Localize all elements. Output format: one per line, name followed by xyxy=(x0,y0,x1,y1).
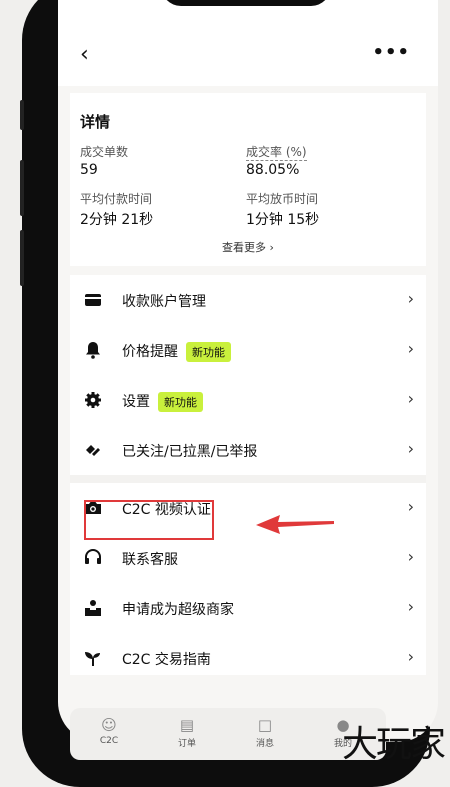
chevron-right-icon: › xyxy=(407,547,414,566)
menu-item-super-merchant[interactable]: 申请成为超级商家 › xyxy=(70,583,426,633)
phone-side-button xyxy=(20,100,24,130)
release-time-label: 平均放币时间 xyxy=(246,192,319,206)
annotation-arrow-icon xyxy=(256,515,334,534)
rate-value: 88.05% xyxy=(246,162,300,178)
menu-item-label: 联系客服 xyxy=(122,552,178,568)
merchant-icon xyxy=(85,600,101,616)
menu-item-label: C2C 交易指南 xyxy=(122,652,211,668)
menu-list: 收款账户管理 › 价格提醒 新功能 › 设置 新功能 › 已关注/已拉黑/已举报 › xyxy=(70,275,426,675)
tab-label: 消息 xyxy=(255,739,274,749)
diamond-icon xyxy=(86,445,100,456)
top-bar: ‹ ••• xyxy=(58,0,438,86)
new-feature-badge: 新功能 xyxy=(186,342,231,362)
users-icon: ☺ xyxy=(101,716,117,734)
menu-item-label: 收款账户管理 xyxy=(122,294,206,310)
chevron-right-icon: › xyxy=(407,597,414,616)
tab-label: C2C xyxy=(99,736,119,746)
pay-time-value: 2分钟 21秒 xyxy=(80,212,154,228)
sprout-icon xyxy=(85,652,100,666)
phone-notch xyxy=(161,0,331,6)
rate-label[interactable]: 成交率 (%) xyxy=(246,143,307,161)
tab-orders[interactable]: ▤ 订单 xyxy=(162,716,212,749)
release-time-value: 1分钟 15秒 xyxy=(246,212,320,228)
chevron-right-icon: › xyxy=(407,439,414,458)
card-icon xyxy=(85,294,101,306)
menu-item-label: 申请成为超级商家 xyxy=(122,602,234,618)
trades-label: 成交单数 xyxy=(80,145,129,159)
phone-side-button xyxy=(20,160,24,216)
headset-icon xyxy=(85,549,101,564)
menu-item-payment-accounts[interactable]: 收款账户管理 › xyxy=(70,275,426,325)
annotation-highlight-box xyxy=(84,500,214,540)
menu-item-trading-guide[interactable]: C2C 交易指南 › xyxy=(70,633,426,683)
tab-label: 订单 xyxy=(177,739,196,749)
app-screen: ‹ ••• 详情 成交单数 59 成交率 (%) 88.05% 平均付款时间 2… xyxy=(58,0,438,742)
menu-item-label: 设置 xyxy=(122,394,150,410)
pay-time-label: 平均付款时间 xyxy=(80,192,153,206)
back-icon[interactable]: ‹ xyxy=(80,44,89,66)
menu-item-followed-blocked-reported[interactable]: 已关注/已拉黑/已举报 › xyxy=(70,425,426,475)
section-divider xyxy=(70,475,426,483)
chevron-right-icon: › xyxy=(407,289,414,308)
details-card: 详情 成交单数 59 成交率 (%) 88.05% 平均付款时间 2分钟 21秒… xyxy=(70,93,426,266)
chevron-right-icon: › xyxy=(407,389,414,408)
menu-item-label: 价格提醒 xyxy=(122,344,178,360)
phone-side-button xyxy=(20,230,24,286)
trades-value: 59 xyxy=(80,162,98,178)
menu-item-customer-service[interactable]: 联系客服 › xyxy=(70,533,426,583)
more-options-icon[interactable]: ••• xyxy=(372,42,410,63)
bell-icon xyxy=(86,342,100,359)
tab-c2c[interactable]: ☺ C2C xyxy=(84,716,134,746)
menu-item-price-alert[interactable]: 价格提醒 新功能 › xyxy=(70,325,426,375)
gear-icon xyxy=(85,392,101,408)
chevron-right-icon: › xyxy=(407,339,414,358)
watermark-logo: 大玩家 xyxy=(341,724,446,765)
menu-item-settings[interactable]: 设置 新功能 › xyxy=(70,375,426,425)
tab-messages[interactable]: □ 消息 xyxy=(240,716,290,749)
phone-frame: ‹ ••• 详情 成交单数 59 成交率 (%) 88.05% 平均付款时间 2… xyxy=(22,0,438,787)
chevron-right-icon: › xyxy=(407,497,414,516)
chevron-right-icon: › xyxy=(407,647,414,666)
message-icon: □ xyxy=(257,716,273,734)
details-title: 详情 xyxy=(80,113,111,131)
bottom-tab-bar: ☺ C2C ▤ 订单 □ 消息 ● 我的 xyxy=(70,708,386,760)
menu-item-label: 已关注/已拉黑/已举报 xyxy=(122,444,258,460)
document-icon: ▤ xyxy=(179,716,195,734)
new-feature-badge: 新功能 xyxy=(158,392,203,412)
see-more-link[interactable]: 查看更多 › xyxy=(70,239,426,255)
